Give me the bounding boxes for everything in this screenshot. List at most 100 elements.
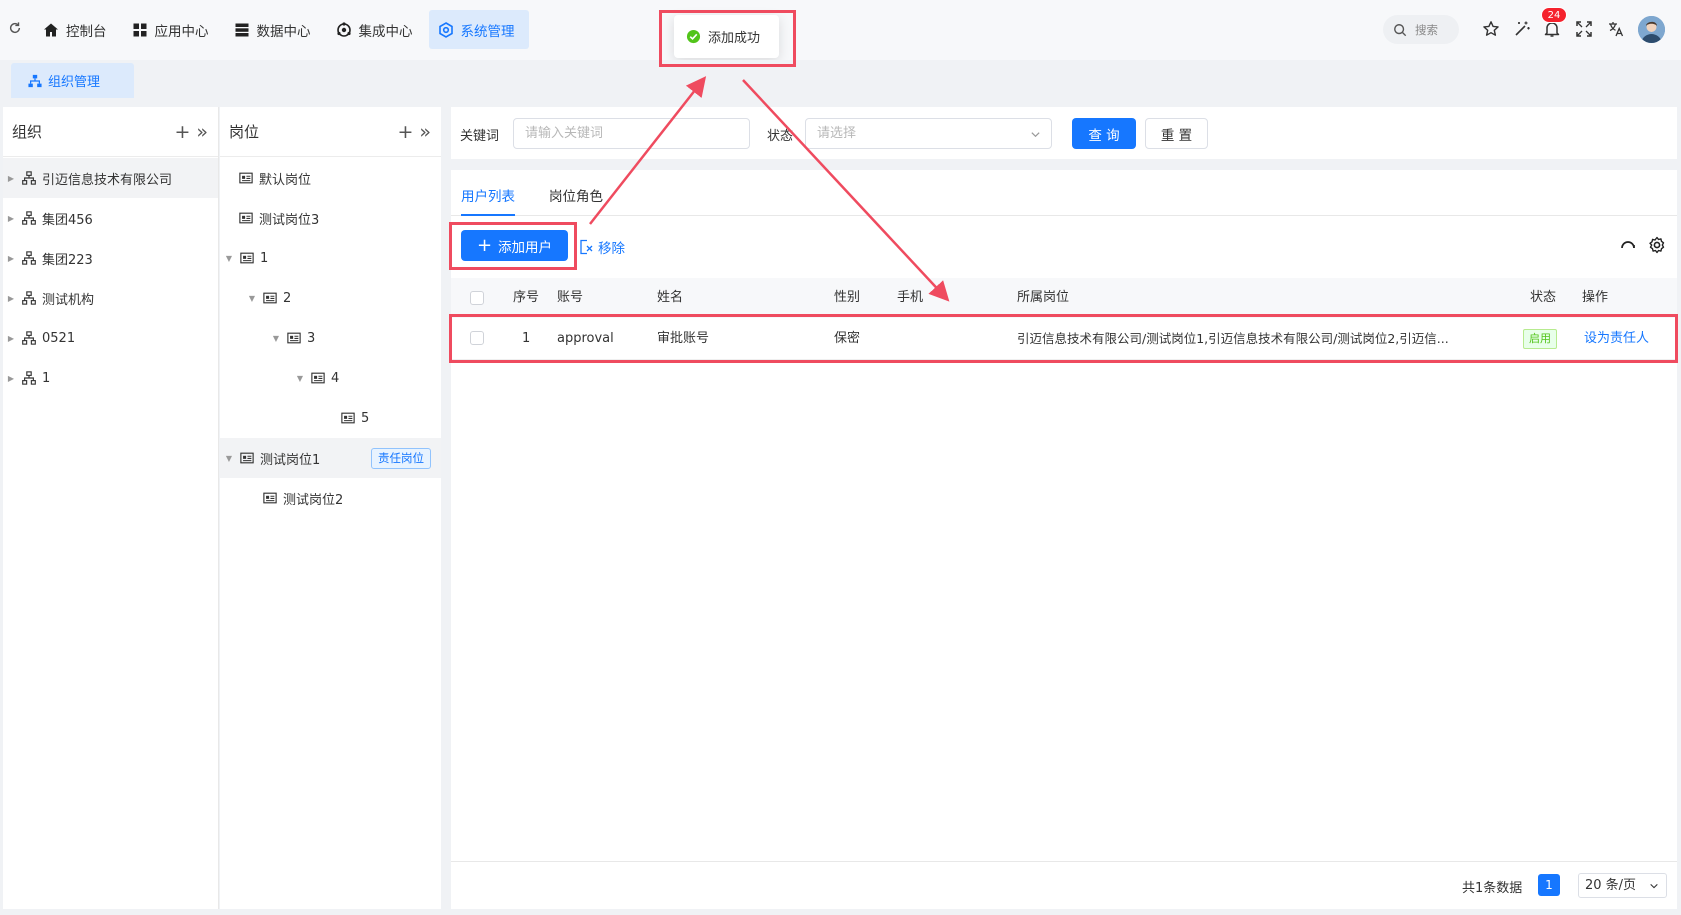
position-item-label: 测试岗位1 <box>260 452 321 468</box>
remove-button[interactable]: 移除 <box>578 237 625 257</box>
collapse-icon[interactable]: » <box>419 121 431 143</box>
page-tab-org-management[interactable]: 组织管理 <box>11 63 134 98</box>
translate-icon[interactable] <box>1607 20 1625 38</box>
user-avatar[interactable] <box>1638 16 1665 43</box>
set-responsible-link[interactable]: 设为责任人 <box>1584 318 1649 360</box>
position-tree-item[interactable]: 默认岗位 <box>220 158 441 198</box>
query-button[interactable]: 查 询 <box>1072 118 1136 149</box>
home-icon <box>44 23 58 36</box>
row-account: approval <box>557 331 614 346</box>
page-tab-label: 组织管理 <box>48 75 101 90</box>
collapse-icon[interactable]: » <box>196 121 208 143</box>
add-user-button[interactable]: + 添加用户 <box>461 230 568 261</box>
position-item-label: 默认岗位 <box>259 172 312 188</box>
position-item-label: 测试岗位2 <box>283 492 344 508</box>
org-tree-item[interactable]: ▶ 引迈信息技术有限公司 <box>3 158 218 198</box>
status-label: 状态 <box>767 129 794 144</box>
nav-data-center[interactable]: 数据中心 <box>225 10 325 49</box>
org-node-icon <box>22 211 36 225</box>
refresh-icon[interactable] <box>8 21 22 35</box>
position-tree-item[interactable]: ▼ 1 <box>220 238 441 278</box>
caret-right-icon[interactable]: ▶ <box>6 294 16 303</box>
refresh-icon[interactable] <box>1619 236 1637 254</box>
select-all-checkbox[interactable] <box>470 291 484 305</box>
fullscreen-icon[interactable] <box>1575 20 1593 38</box>
position-tree-item[interactable]: ▼ 3 <box>220 318 441 358</box>
page-number[interactable]: 1 <box>1538 874 1560 896</box>
nav-app-center[interactable]: 应用中心 <box>123 10 223 49</box>
page-size-select[interactable]: 20 条/页 <box>1578 873 1667 898</box>
nav-integration-center[interactable]: 集成中心 <box>327 10 427 49</box>
caret-right-icon[interactable]: ▶ <box>6 254 16 263</box>
magic-wand-icon[interactable] <box>1513 20 1531 38</box>
settings-icon <box>438 21 453 38</box>
position-panel: 岗位 + » 默认岗位 测试岗位3 ▼ 1 ▼ 2 ▼ 3 ▼ 4 5 ▼ 测试岗位1 责任… <box>220 107 441 909</box>
position-tree-item[interactable]: 5 <box>220 398 441 438</box>
add-user-label: 添加用户 <box>498 239 553 256</box>
column-header-actions: 操作 <box>1582 290 1609 305</box>
nav-system-management[interactable]: 系统管理 <box>428 10 529 49</box>
position-tree-item[interactable]: ▼ 4 <box>220 358 441 398</box>
tab-user-list[interactable]: 用户列表 <box>461 185 515 216</box>
org-item-label: 集团456 <box>42 212 93 228</box>
nav-integration-center-label: 集成中心 <box>358 23 413 40</box>
check-circle-icon <box>686 29 701 44</box>
keyword-input[interactable]: 请输入关键词 <box>513 118 750 149</box>
nav-system-management-label: 系统管理 <box>460 23 515 40</box>
nav-data-center-label: 数据中心 <box>256 23 311 40</box>
success-toast: 添加成功 <box>674 15 779 58</box>
id-card-icon <box>239 172 253 184</box>
status-badge: 启用 <box>1523 329 1557 349</box>
reset-button[interactable]: 重 置 <box>1145 118 1208 149</box>
caret-right-icon[interactable]: ▶ <box>6 174 16 183</box>
id-card-icon <box>240 452 254 464</box>
caret-right-icon[interactable]: ▶ <box>6 214 16 223</box>
org-panel-title: 组织 <box>12 123 43 141</box>
caret-down-icon[interactable]: ▼ <box>224 454 234 463</box>
id-card-icon <box>263 292 277 304</box>
org-item-label: 0521 <box>42 330 76 346</box>
status-select-placeholder: 请选择 <box>817 126 857 141</box>
column-header-positions: 所属岗位 <box>1017 290 1070 305</box>
org-tree: ▶ 引迈信息技术有限公司 ▶ 集团456 ▶ 集团223 ▶ 测试机构 ▶ 0521 ▶ 1 <box>3 157 218 398</box>
org-tree-item[interactable]: ▶ 集团456 <box>3 198 218 238</box>
star-icon[interactable] <box>1482 20 1500 38</box>
user-list-panel: 用户列表 岗位角色 + 添加用户 移除 序号 账号 姓名 性别 手机 所属岗位 … <box>451 170 1677 909</box>
org-tree-item[interactable]: ▶ 集团223 <box>3 238 218 278</box>
org-node-icon <box>22 371 36 385</box>
org-tree-item[interactable]: ▶ 1 <box>3 358 218 398</box>
caret-down-icon[interactable]: ▼ <box>271 334 281 343</box>
global-search[interactable]: 搜索 <box>1383 15 1459 44</box>
position-tree-item[interactable]: ▼ 2 <box>220 278 441 318</box>
row-checkbox[interactable] <box>470 331 484 345</box>
caret-down-icon[interactable]: ▼ <box>224 254 234 263</box>
status-select[interactable]: 请选择 <box>805 118 1052 149</box>
org-tree-item[interactable]: ▶ 测试机构 <box>3 278 218 318</box>
nav-dashboard[interactable]: 控制台 <box>34 10 121 49</box>
notification-badge: 24 <box>1541 7 1567 23</box>
caret-down-icon[interactable]: ▼ <box>247 294 257 303</box>
page-size-label: 20 条/页 <box>1585 878 1637 893</box>
position-tree-item[interactable]: ▼ 测试岗位1 责任岗位 <box>220 438 441 478</box>
table-header: 序号 账号 姓名 性别 手机 所属岗位 状态 操作 <box>451 278 1677 318</box>
org-panel: 组织 + » ▶ 引迈信息技术有限公司 ▶ 集团456 ▶ 集团223 ▶ 测试机构 ▶… <box>3 107 219 909</box>
tab-position-roles[interactable]: 岗位角色 <box>549 185 603 216</box>
id-card-icon <box>239 212 253 224</box>
gear-icon[interactable] <box>1648 236 1666 254</box>
caret-down-icon[interactable]: ▼ <box>295 374 305 383</box>
row-name: 审批账号 <box>657 331 710 346</box>
org-tree-item[interactable]: ▶ 0521 <box>3 318 218 358</box>
apps-icon <box>133 23 146 36</box>
position-tree-item[interactable]: 测试岗位2 <box>220 478 441 518</box>
org-item-label: 引迈信息技术有限公司 <box>42 172 173 188</box>
column-header-status: 状态 <box>1530 290 1557 305</box>
position-tree-item[interactable]: 测试岗位3 <box>220 198 441 238</box>
caret-right-icon[interactable]: ▶ <box>6 334 16 343</box>
position-panel-title: 岗位 <box>229 123 260 141</box>
org-item-label: 1 <box>42 370 51 386</box>
add-icon[interactable]: + <box>174 121 190 143</box>
position-panel-header: 岗位 + » <box>220 107 441 157</box>
add-icon[interactable]: + <box>397 121 413 143</box>
toast-message: 添加成功 <box>708 31 761 46</box>
caret-right-icon[interactable]: ▶ <box>6 374 16 383</box>
